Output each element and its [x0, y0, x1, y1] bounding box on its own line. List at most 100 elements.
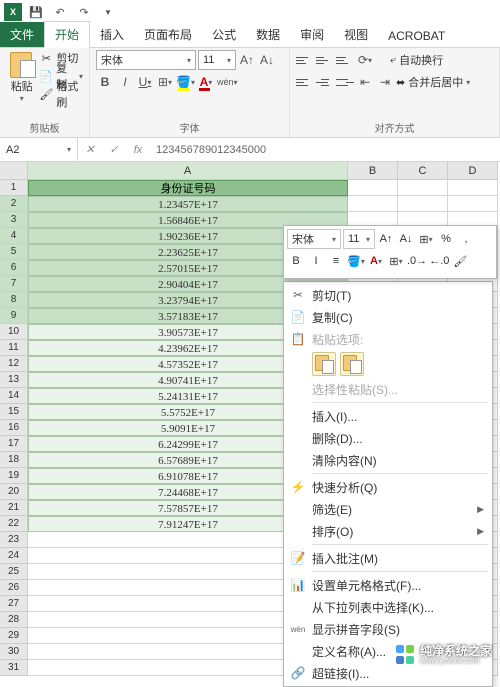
row-header[interactable]: 24 [0, 548, 28, 564]
col-header-B[interactable]: B [348, 162, 398, 180]
mini-increase-font-icon[interactable]: A↑ [377, 229, 395, 249]
col-header-C[interactable]: C [398, 162, 448, 180]
mini-bold-button[interactable]: B [287, 251, 305, 271]
align-right-icon[interactable] [336, 73, 354, 91]
increase-indent-icon[interactable]: ⇥ [376, 72, 394, 92]
row-header[interactable]: 11 [0, 340, 28, 356]
paste-dropdown-icon[interactable]: ▾ [20, 94, 24, 103]
row-header[interactable]: 17 [0, 436, 28, 452]
col-header-D[interactable]: D [448, 162, 498, 180]
row-header[interactable]: 10 [0, 324, 28, 340]
tab-review[interactable]: 审阅 [290, 22, 334, 47]
mini-decrease-font-icon[interactable]: A↓ [397, 229, 415, 249]
mini-format-icon[interactable]: ⊞▾ [417, 229, 435, 249]
paste-option-2[interactable] [340, 352, 364, 376]
tab-file[interactable]: 文件 [0, 22, 44, 47]
tab-view[interactable]: 视图 [334, 22, 378, 47]
paste-button[interactable]: 粘贴 ▾ [6, 50, 37, 103]
mini-italic-button[interactable]: I [307, 251, 325, 271]
row-header[interactable]: 30 [0, 644, 28, 660]
ctx-filter[interactable]: 筛选(E)▶ [284, 498, 492, 520]
align-middle-icon[interactable] [316, 51, 334, 69]
tab-acrobat[interactable]: ACROBAT [378, 25, 455, 47]
font-name-select[interactable]: 宋体▾ [96, 50, 196, 70]
cell[interactable] [448, 196, 498, 212]
name-box[interactable]: A2▾ [0, 138, 78, 161]
fill-color-button[interactable]: 🪣▾ [176, 72, 195, 92]
row-header[interactable]: 19 [0, 468, 28, 484]
col-header-A[interactable]: A [28, 162, 348, 180]
ctx-insert-comment[interactable]: 📝插入批注(M) [284, 547, 492, 569]
row-header[interactable]: 20 [0, 484, 28, 500]
row-header[interactable]: 31 [0, 660, 28, 676]
tab-home[interactable]: 开始 [44, 21, 90, 48]
mini-fill-color-button[interactable]: 🪣▾ [347, 251, 365, 271]
mini-border-button[interactable]: ⊞▾ [387, 251, 405, 271]
ctx-sort[interactable]: 排序(O)▶ [284, 520, 492, 542]
row-header[interactable]: 23 [0, 532, 28, 548]
merge-center-button[interactable]: ⬌合并后居中▾ [396, 74, 470, 90]
row-header[interactable]: 3 [0, 212, 28, 228]
row-header[interactable]: 12 [0, 356, 28, 372]
row-header[interactable]: 22 [0, 516, 28, 532]
mini-percent-icon[interactable]: % [437, 229, 455, 249]
fx-icon[interactable]: fx [126, 144, 150, 156]
select-all-corner[interactable] [0, 162, 28, 180]
border-button[interactable]: ⊞▾ [156, 72, 174, 92]
qat-customize-icon[interactable]: ▼ [98, 2, 118, 22]
row-header[interactable]: 15 [0, 404, 28, 420]
paste-option-1[interactable] [312, 352, 336, 376]
align-top-icon[interactable] [296, 51, 314, 69]
row-header[interactable]: 28 [0, 612, 28, 628]
cell[interactable]: 身份证号码 [28, 180, 348, 196]
align-bottom-icon[interactable] [336, 51, 354, 69]
cell[interactable] [348, 196, 398, 212]
redo-icon[interactable]: ↷ [74, 2, 94, 22]
cancel-icon[interactable]: ✕ [78, 143, 102, 156]
decrease-indent-icon[interactable]: ⇤ [356, 72, 374, 92]
ctx-clear[interactable]: 清除内容(N) [284, 449, 492, 471]
ctx-format-cells[interactable]: 📊设置单元格格式(F)... [284, 574, 492, 596]
mini-comma-icon[interactable]: , [457, 229, 475, 249]
tab-data[interactable]: 数据 [246, 22, 290, 47]
tab-formulas[interactable]: 公式 [202, 22, 246, 47]
row-header[interactable]: 2 [0, 196, 28, 212]
formula-input[interactable]: 123456789012345000 [150, 138, 500, 161]
mini-decimal-dec-icon[interactable]: ←.0 [429, 251, 449, 271]
orientation-icon[interactable]: ⟳▾ [356, 50, 374, 70]
ctx-insert[interactable]: 插入(I)... [284, 405, 492, 427]
tab-insert[interactable]: 插入 [90, 22, 134, 47]
cell[interactable]: 1.23457E+17 [28, 196, 348, 212]
ctx-quick-analysis[interactable]: ⚡快速分析(Q) [284, 476, 492, 498]
mini-align-icon[interactable]: ≡ [327, 251, 345, 271]
ctx-show-pinyin[interactable]: wén显示拼音字段(S) [284, 618, 492, 640]
increase-font-icon[interactable]: A↑ [238, 50, 256, 70]
row-header[interactable]: 25 [0, 564, 28, 580]
row-header[interactable]: 21 [0, 500, 28, 516]
cell[interactable] [348, 180, 398, 196]
ctx-delete[interactable]: 删除(D)... [284, 427, 492, 449]
underline-button[interactable]: U▾ [136, 72, 154, 92]
row-header[interactable]: 26 [0, 580, 28, 596]
row-header[interactable]: 29 [0, 628, 28, 644]
row-header[interactable]: 14 [0, 388, 28, 404]
mini-size-select[interactable]: 11▾ [343, 229, 375, 249]
decrease-font-icon[interactable]: A↓ [258, 50, 276, 70]
cell[interactable] [398, 180, 448, 196]
pinyin-button[interactable]: wén▾ [217, 72, 238, 92]
font-size-select[interactable]: 11▾ [198, 50, 236, 70]
align-left-icon[interactable] [296, 73, 314, 91]
row-header[interactable]: 18 [0, 452, 28, 468]
row-header[interactable]: 27 [0, 596, 28, 612]
ctx-cut[interactable]: ✂剪切(T) [284, 284, 492, 306]
row-header[interactable]: 1 [0, 180, 28, 196]
bold-button[interactable]: B [96, 72, 114, 92]
ctx-hyperlink[interactable]: 🔗超链接(I)... [284, 662, 492, 684]
ctx-copy[interactable]: 📄复制(C) [284, 306, 492, 328]
row-header[interactable]: 7 [0, 276, 28, 292]
tab-layout[interactable]: 页面布局 [134, 22, 202, 47]
row-header[interactable]: 4 [0, 228, 28, 244]
italic-button[interactable]: I [116, 72, 134, 92]
row-header[interactable]: 5 [0, 244, 28, 260]
mini-decimal-inc-icon[interactable]: .0→ [407, 251, 427, 271]
